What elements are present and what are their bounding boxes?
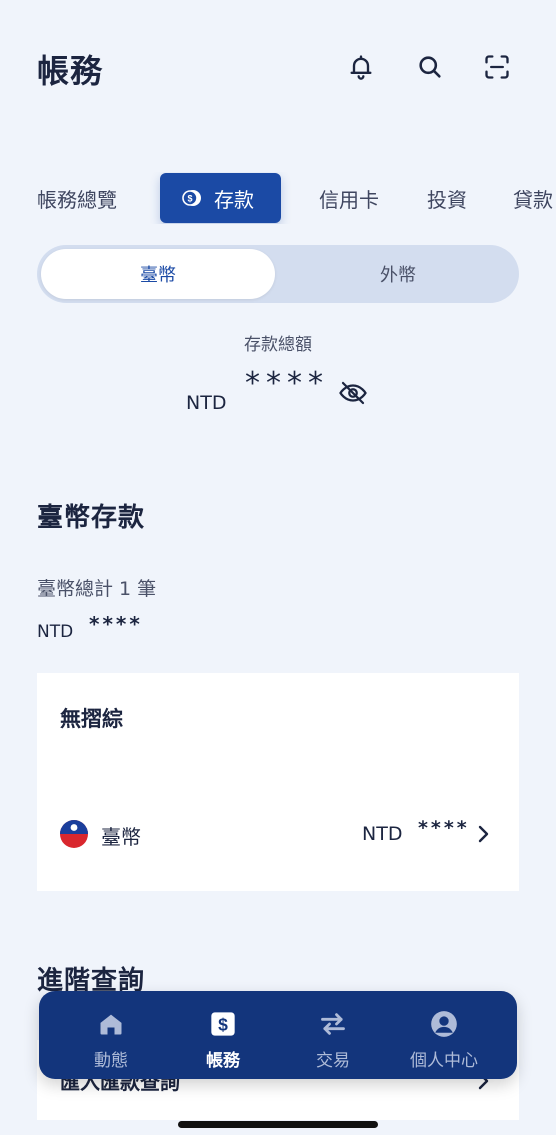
person-icon xyxy=(431,1011,457,1037)
home-indicator xyxy=(178,1121,378,1128)
nav-accounts-label: 帳務 xyxy=(206,1051,240,1071)
nav-transaction[interactable]: 交易 xyxy=(278,991,388,1079)
account-amount: **** xyxy=(418,817,470,839)
tab-credit-card[interactable]: 信用卡 xyxy=(319,172,379,224)
currency-segment: 臺幣 外幣 xyxy=(37,245,519,303)
eye-off-icon[interactable] xyxy=(338,378,368,408)
total-amount: **** xyxy=(245,366,329,401)
taiwan-flag-icon xyxy=(60,820,88,848)
tab-investment-label: 投資 xyxy=(427,187,467,212)
page-title: 帳務 xyxy=(37,52,104,90)
transfer-icon xyxy=(321,1013,345,1035)
total-deposit-label: 存款總額 xyxy=(244,335,312,355)
total-currency: NTD xyxy=(186,392,227,414)
search-icon[interactable] xyxy=(415,52,445,82)
account-currency-name: 臺幣 xyxy=(101,825,141,849)
home-icon xyxy=(100,1014,122,1035)
tab-overview[interactable]: 帳務總覽 xyxy=(37,172,117,224)
account-currency: NTD xyxy=(362,823,403,845)
nav-profile-label: 個人中心 xyxy=(410,1051,478,1071)
tab-investment[interactable]: 投資 xyxy=(427,172,467,224)
section-title: 臺幣存款 xyxy=(37,503,146,533)
nav-activity[interactable]: 動態 xyxy=(56,991,166,1079)
account-tabs: 帳務總覽 $ 存款 信用卡 投資 貸款 xyxy=(0,172,556,224)
account-card[interactable]: 無摺綜 臺幣 NTD **** xyxy=(37,673,519,891)
nav-profile[interactable]: 個人中心 xyxy=(389,991,499,1079)
segment-foreign[interactable]: 外幣 xyxy=(281,249,515,299)
tab-credit-card-label: 信用卡 xyxy=(319,187,379,212)
section-amount: **** xyxy=(89,612,143,636)
segment-twd[interactable]: 臺幣 xyxy=(41,249,275,299)
nav-activity-label: 動態 xyxy=(94,1051,128,1071)
bell-icon[interactable] xyxy=(346,52,376,82)
svg-text:$: $ xyxy=(187,194,192,204)
nav-accounts[interactable]: $ 帳務 xyxy=(168,991,278,1079)
dollar-icon: $ xyxy=(211,1012,235,1036)
section-currency: NTD xyxy=(37,622,74,642)
section-count: 臺幣總計 1 筆 xyxy=(37,578,157,600)
scan-icon[interactable] xyxy=(482,52,512,82)
account-card-title: 無摺綜 xyxy=(60,707,123,731)
nav-transaction-label: 交易 xyxy=(316,1051,350,1071)
app-header: 帳務 xyxy=(0,0,556,130)
tab-deposit[interactable]: $ 存款 xyxy=(160,173,281,223)
chevron-right-icon[interactable] xyxy=(473,823,493,845)
bottom-nav: 動態 $ 帳務 交易 個人中心 xyxy=(39,991,517,1079)
tab-loan-label: 貸款 xyxy=(513,187,553,212)
tab-deposit-label: 存款 xyxy=(214,187,254,212)
svg-text:$: $ xyxy=(218,1014,228,1034)
coin-icon: $ xyxy=(182,190,201,206)
tab-overview-label: 帳務總覽 xyxy=(37,187,117,212)
tab-loan[interactable]: 貸款 xyxy=(513,172,553,224)
